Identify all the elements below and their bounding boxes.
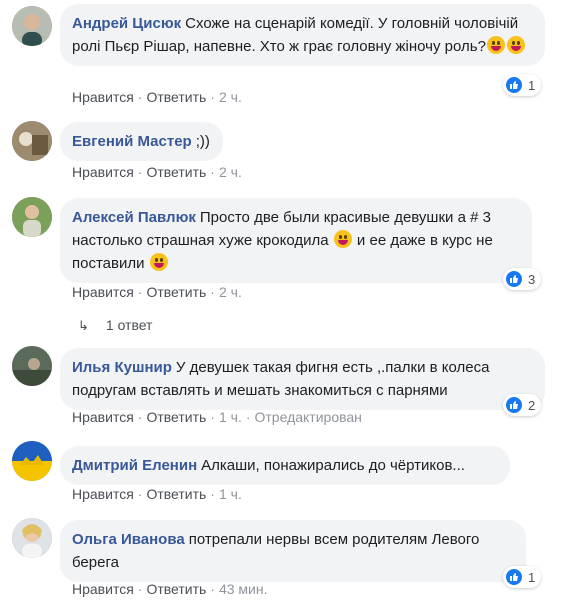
laughing-emoji-icon — [506, 36, 525, 54]
reply-button[interactable]: Ответить — [146, 486, 206, 502]
comment-author[interactable]: Алексей Павлюк — [72, 209, 196, 226]
tongue-emoji-icon — [149, 253, 168, 271]
separator: · — [137, 409, 143, 425]
avatar[interactable] — [12, 346, 52, 386]
grinning-emoji-icon — [333, 230, 352, 248]
like-icon — [506, 569, 522, 585]
replies-count: 1 ответ — [105, 317, 153, 333]
like-icon — [506, 77, 522, 93]
reaction-count[interactable]: 1 — [503, 566, 542, 588]
separator: · — [210, 284, 215, 300]
like-button[interactable]: Нравится — [72, 89, 134, 105]
reply-arrow-icon: ↳ — [78, 318, 89, 333]
avatar[interactable] — [12, 121, 52, 161]
reaction-number: 2 — [528, 397, 536, 413]
comment-author[interactable]: Андрей Цисюк — [72, 15, 181, 32]
comment-actions: Нравится · Ответить · 1 ч. · Отредактирован — [72, 408, 362, 426]
separator: · — [210, 486, 215, 502]
avatar[interactable] — [12, 518, 52, 558]
comment-author[interactable]: Ольга Иванова — [72, 531, 185, 548]
like-button[interactable]: Нравится — [72, 409, 134, 425]
timestamp[interactable]: 43 мин. — [219, 581, 268, 597]
comment-author[interactable]: Илья Кушнир — [72, 359, 172, 376]
separator: · — [137, 164, 143, 180]
avatar[interactable] — [12, 6, 52, 46]
comment-bubble: Алексей Павлюк Просто две были красивые д… — [60, 198, 532, 283]
edited-label[interactable]: Отредактирован — [255, 409, 362, 425]
like-icon — [506, 397, 522, 413]
separator: · — [210, 581, 215, 597]
separator: · — [210, 164, 215, 180]
like-icon — [506, 271, 522, 287]
like-button[interactable]: Нравится — [72, 581, 134, 597]
reply-button[interactable]: Ответить — [146, 284, 206, 300]
view-replies-link[interactable]: ↳ 1 ответ — [78, 316, 152, 335]
like-button[interactable]: Нравится — [72, 486, 134, 502]
thinking-emoji-icon — [486, 36, 505, 54]
comment-text: Алкаши, понажирались до чёртиков... — [201, 457, 465, 474]
reaction-number: 3 — [528, 271, 536, 287]
comment-bubble: Андрей Цисюк Схоже на сценарій комедії. У… — [60, 4, 545, 66]
separator: · — [137, 284, 143, 300]
reply-button[interactable]: Ответить — [146, 89, 206, 105]
reaction-number: 1 — [528, 569, 536, 585]
separator: · — [210, 409, 215, 425]
separator: · — [137, 581, 143, 597]
separator: · — [245, 409, 251, 425]
avatar[interactable] — [12, 197, 52, 237]
like-button[interactable]: Нравится — [72, 164, 134, 180]
timestamp[interactable]: 2 ч. — [219, 164, 242, 180]
comment-author[interactable]: Евгений Мастер — [72, 133, 192, 150]
comment-actions: Нравится · Ответить · 2 ч. — [72, 283, 242, 301]
comment-actions: Нравится · Ответить · 2 ч. — [72, 163, 242, 181]
reaction-number: 1 — [528, 77, 536, 93]
timestamp[interactable]: 2 ч. — [219, 89, 242, 105]
comment-actions: Нравится · Ответить · 1 ч. — [72, 485, 242, 503]
comment-bubble: Дмитрий Еленин Алкаши, понажирались до чё… — [60, 446, 510, 485]
comment-actions: Нравится · Ответить · 2 ч. — [72, 88, 242, 106]
timestamp[interactable]: 2 ч. — [219, 284, 242, 300]
reaction-count[interactable]: 2 — [503, 394, 542, 416]
separator: · — [137, 486, 143, 502]
comment-actions: Нравится · Ответить · 43 мин. — [72, 580, 268, 598]
comment-bubble: Евгений Мастер;)) — [60, 122, 223, 161]
timestamp[interactable]: 1 ч. — [219, 486, 242, 502]
reaction-count[interactable]: 3 — [503, 268, 542, 290]
comment-bubble: Илья Кушнир У девушек такая фигня есть ,.… — [60, 348, 545, 410]
reply-button[interactable]: Ответить — [146, 581, 206, 597]
separator: · — [210, 89, 215, 105]
like-button[interactable]: Нравится — [72, 284, 134, 300]
comment-bubble: Ольга Иванова потрепали нервы всем родите… — [60, 520, 526, 582]
avatar[interactable] — [12, 441, 52, 481]
reaction-count[interactable]: 1 — [503, 74, 542, 96]
comment-author[interactable]: Дмитрий Еленин — [72, 457, 197, 474]
timestamp[interactable]: 1 ч. — [219, 409, 242, 425]
separator: · — [137, 89, 143, 105]
reply-button[interactable]: Ответить — [146, 409, 206, 425]
comment-text: ;)) — [195, 133, 210, 150]
reply-button[interactable]: Ответить — [146, 164, 206, 180]
